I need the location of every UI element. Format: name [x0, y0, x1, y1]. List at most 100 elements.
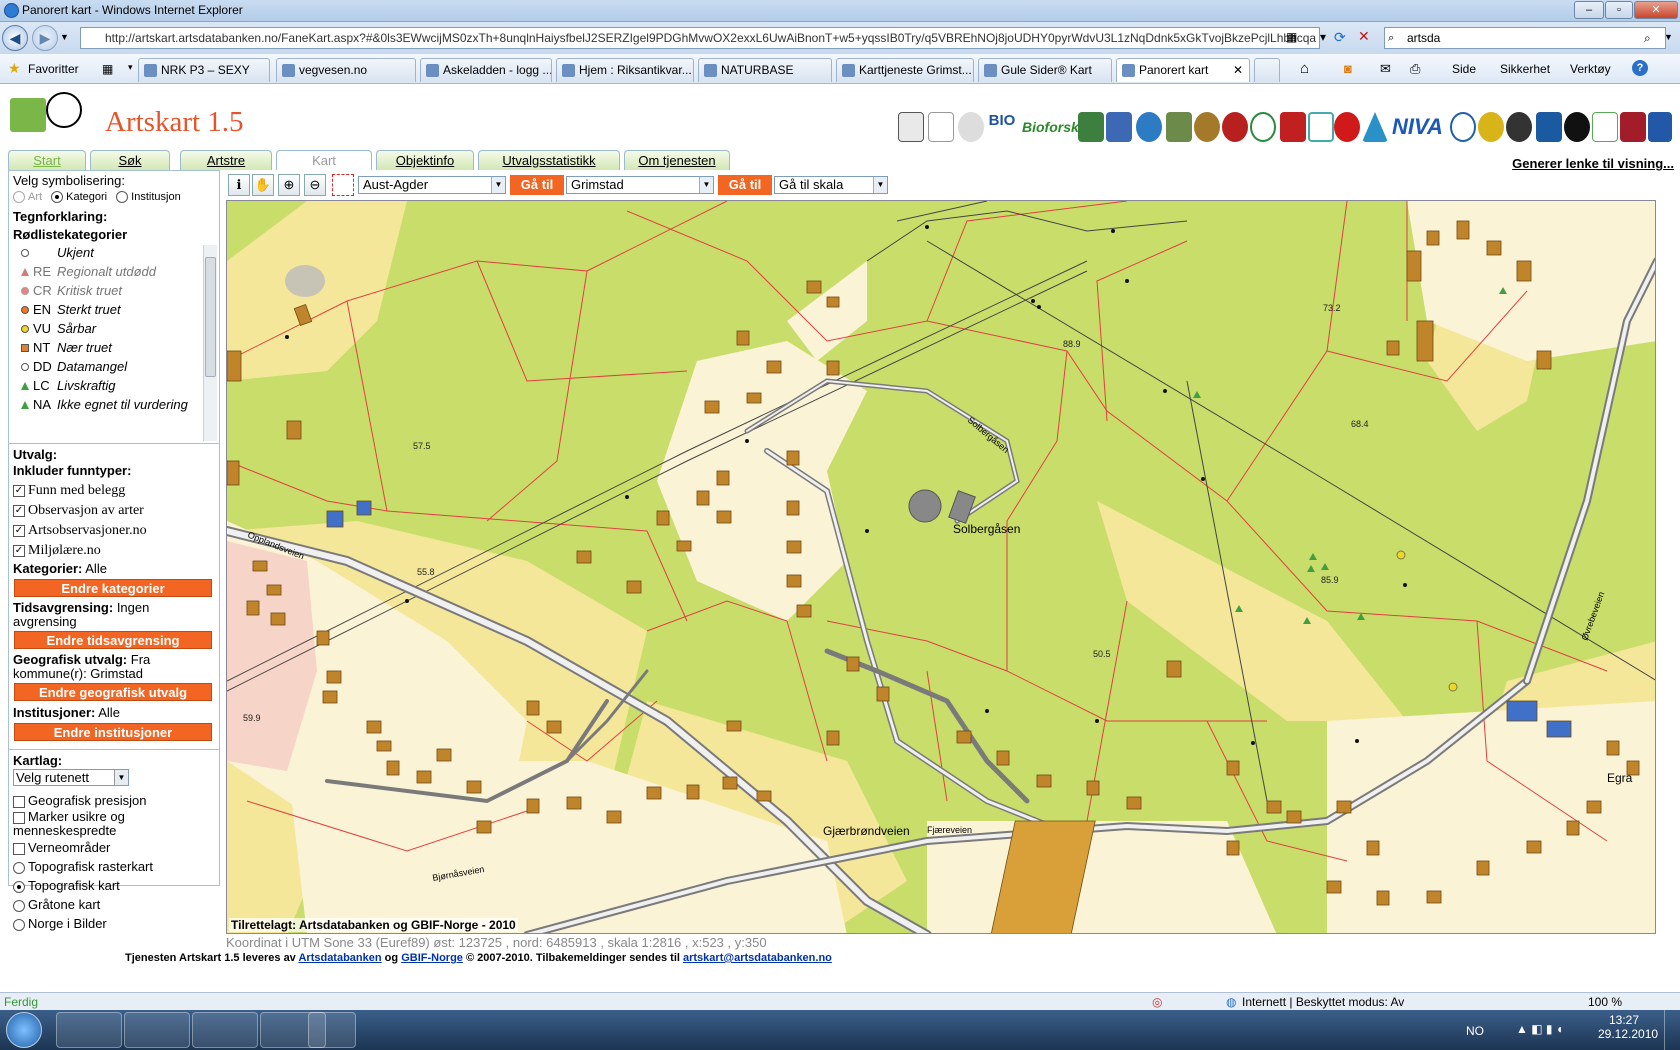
back-button[interactable]: ◀: [2, 25, 28, 51]
tab-close-icon[interactable]: ✕: [1233, 59, 1243, 81]
layer-item[interactable]: Geografisk presisjon: [13, 791, 213, 810]
layer-item[interactable]: Topografisk kart: [13, 876, 213, 895]
url-input[interactable]: http://artskart.artsdatabanken.no/FaneKa…: [80, 27, 1320, 49]
funn-item[interactable]: ✓ Funn med belegg: [13, 481, 147, 501]
history-dropdown-icon[interactable]: ▼: [60, 32, 69, 42]
radio-button[interactable]: [13, 861, 25, 874]
browser-tab[interactable]: Askeladden - logg ...: [420, 58, 552, 82]
word-taskbar-icon[interactable]: [308, 1012, 356, 1048]
compat-view-icon[interactable]: ▦: [1286, 30, 1297, 44]
select-area-icon[interactable]: [332, 174, 354, 196]
checkbox-checked[interactable]: ✓: [13, 484, 25, 497]
endre-institusjoner-button[interactable]: Endre institusjoner: [14, 723, 212, 741]
funn-item[interactable]: ✓ Artsobservasjoner.no: [13, 521, 147, 541]
close-button[interactable]: ✕: [1634, 1, 1678, 19]
tab-objektinfo[interactable]: Objektinfo: [376, 150, 474, 170]
page-menu[interactable]: Side: [1452, 62, 1476, 76]
layer-item[interactable]: Norge i Bilder: [13, 914, 213, 933]
tab-start[interactable]: Start: [8, 150, 86, 170]
rutenett-select[interactable]: Velg rutenett ▼: [13, 769, 129, 786]
browser-tab[interactable]: vegvesen.no: [276, 58, 416, 82]
pan-tool-icon[interactable]: ✋: [252, 174, 274, 196]
generate-link[interactable]: Generer lenke til visning...: [1512, 156, 1674, 171]
clock[interactable]: 13:27 29.12.2010: [1598, 1013, 1658, 1041]
maximize-button[interactable]: ▫: [1605, 1, 1633, 19]
print-icon[interactable]: ⎙: [1410, 61, 1420, 77]
funn-item[interactable]: ✓ Observasjon av arter: [13, 501, 147, 521]
show-desktop-button[interactable]: [1664, 1010, 1680, 1050]
security-icon[interactable]: ◎: [1152, 995, 1162, 1009]
fylke-select[interactable]: Aust-Agder ▼: [358, 176, 506, 194]
quick-tabs-icon[interactable]: ▦: [102, 62, 113, 76]
checkbox-checked[interactable]: ✓: [13, 524, 25, 537]
radio-button[interactable]: [13, 918, 25, 931]
goto-fylke-button[interactable]: Gå til: [510, 175, 564, 195]
browser-tab[interactable]: NATURBASE: [698, 58, 832, 82]
layer-item[interactable]: Gråtone kart: [13, 895, 213, 914]
tray-icons[interactable]: ▲ ◧ ▮ ◖: [1516, 1022, 1563, 1036]
safety-menu[interactable]: Sikkerhet: [1500, 62, 1550, 76]
artsdatabanken-link[interactable]: Artsdatabanken: [298, 952, 381, 964]
language-indicator[interactable]: NO: [1466, 1024, 1484, 1038]
refresh-icon[interactable]: ⟳: [1334, 29, 1346, 46]
search-go-icon[interactable]: ⌕: [1644, 31, 1651, 46]
mail-icon[interactable]: ✉: [1380, 61, 1391, 77]
outlook-taskbar-icon[interactable]: [192, 1012, 258, 1048]
browser-tab[interactable]: Hjem : Riksantikvar...: [556, 58, 694, 82]
radio-button[interactable]: [13, 899, 25, 912]
tools-menu[interactable]: Verktøy: [1570, 62, 1611, 76]
tab-kart[interactable]: Kart: [276, 150, 372, 170]
info-tool-icon[interactable]: ℹ: [228, 174, 250, 196]
start-button[interactable]: [6, 1012, 42, 1048]
gbif-link[interactable]: GBIF-Norge: [401, 952, 463, 964]
checkbox-checked[interactable]: ✓: [13, 504, 25, 517]
checkbox[interactable]: [13, 795, 25, 808]
search-dropdown-icon[interactable]: ▼: [1664, 32, 1673, 42]
checkbox[interactable]: [13, 842, 25, 855]
browser-tab[interactable]: Karttjeneste Grimst...: [836, 58, 974, 82]
tab-utvalgsstatistikk[interactable]: Utvalgsstatistikk: [478, 150, 620, 170]
email-link[interactable]: artskart@artsdatabanken.no: [683, 952, 832, 964]
explorer-taskbar-icon[interactable]: [124, 1012, 190, 1048]
kommune-select[interactable]: Grimstad ▼: [566, 176, 714, 194]
home-icon[interactable]: ⌂: [1300, 60, 1309, 77]
checkbox[interactable]: [13, 811, 25, 824]
zoom-in-icon[interactable]: ⊕: [278, 174, 300, 196]
radio-button[interactable]: [13, 880, 25, 893]
goto-kommune-button[interactable]: Gå til: [718, 175, 772, 195]
search-input[interactable]: artsda: [1384, 27, 1666, 49]
tab-artstre[interactable]: Artstre: [180, 150, 272, 170]
checkbox-checked[interactable]: ✓: [13, 544, 25, 557]
minimize-button[interactable]: –: [1574, 1, 1604, 19]
browser-tab[interactable]: Gule Sider® Kart: [978, 58, 1112, 82]
new-tab-button[interactable]: [1254, 58, 1280, 82]
address-dropdown-icon[interactable]: ▾: [1320, 30, 1326, 44]
map-canvas[interactable]: Solbergåsen Egra Gjærbrøndveien Opplands…: [226, 200, 1656, 934]
feeds-icon[interactable]: ◙: [1344, 61, 1352, 76]
legend-scrollbar[interactable]: [203, 245, 217, 441]
funn-item[interactable]: ✓ Miljølære.no: [13, 541, 147, 561]
forward-button[interactable]: ▶: [32, 25, 58, 51]
tab-list-icon[interactable]: ▾: [128, 62, 133, 73]
tab-om-tjenesten[interactable]: Om tjenesten: [624, 150, 730, 170]
ie-taskbar-icon[interactable]: [56, 1012, 122, 1048]
layer-item[interactable]: Marker usikre og menneskespredte: [13, 810, 213, 838]
skala-select[interactable]: Gå til skala ▼: [774, 176, 888, 194]
endre-kategorier-button[interactable]: Endre kategorier: [14, 579, 212, 597]
zone-text[interactable]: Internett | Beskyttet modus: Av: [1242, 995, 1404, 1009]
tab-sok[interactable]: Søk: [90, 150, 170, 170]
endre-tidsavgrensing-button[interactable]: Endre tidsavgrensing: [14, 631, 212, 649]
endre-geografisk-button[interactable]: Endre geografisk utvalg: [14, 683, 212, 701]
radio-art[interactable]: [13, 191, 25, 204]
browser-tab[interactable]: NRK P3 – SEXY: [138, 58, 270, 82]
layer-item[interactable]: Verneområder: [13, 838, 213, 857]
stop-icon[interactable]: ✕: [1358, 28, 1370, 45]
radio-institusjon[interactable]: [116, 191, 129, 204]
layer-item[interactable]: Topografisk rasterkart: [13, 857, 213, 876]
zoom-out-icon[interactable]: ⊖: [304, 174, 326, 196]
zoom-level[interactable]: 100 %: [1588, 995, 1622, 1009]
radio-kategori[interactable]: [51, 191, 64, 204]
help-icon[interactable]: ?: [1632, 60, 1648, 76]
favorites-button[interactable]: Favoritter: [28, 62, 79, 76]
browser-tab-active[interactable]: Panorert kart ✕: [1116, 58, 1250, 82]
